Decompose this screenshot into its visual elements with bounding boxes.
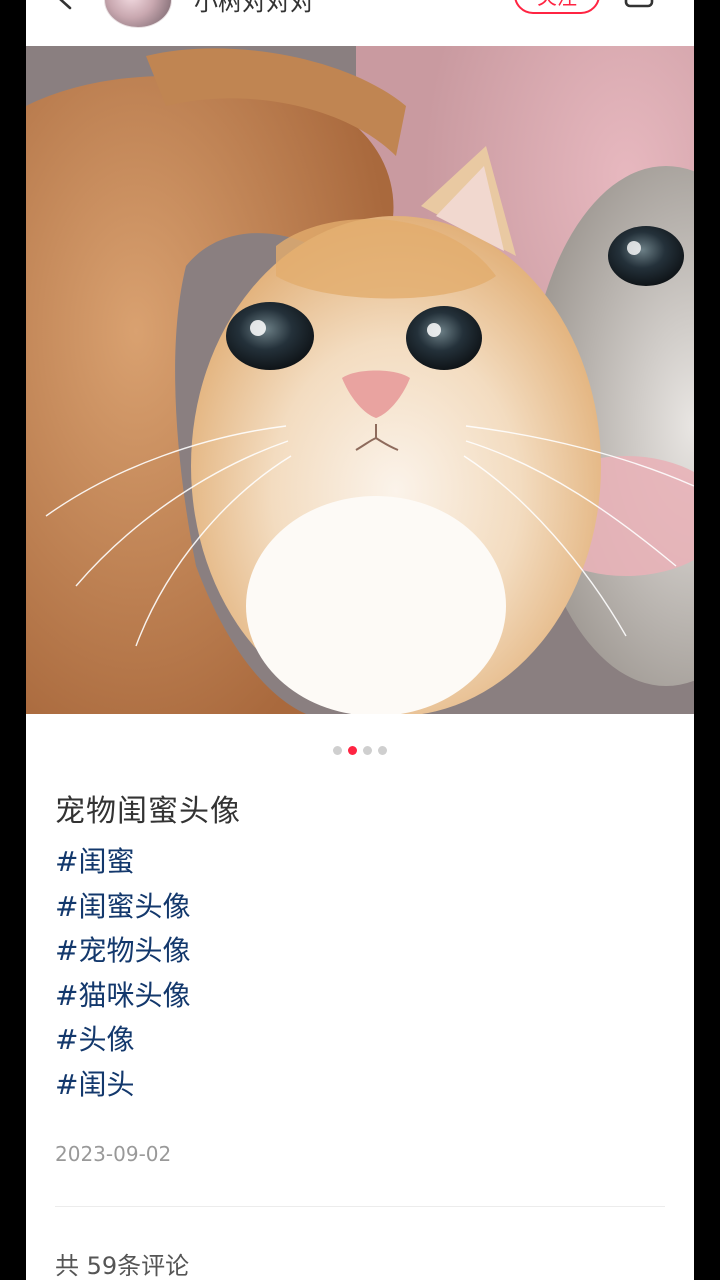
- hashtag-link[interactable]: #闺蜜: [55, 840, 655, 885]
- hashtag-link[interactable]: #头像: [55, 1018, 655, 1063]
- hashtag-link[interactable]: #宠物头像: [55, 929, 655, 974]
- cat-photo: [26, 46, 694, 714]
- comment-count: 共 59条评论: [55, 1252, 190, 1280]
- hashtag-link[interactable]: #闺头: [55, 1063, 655, 1108]
- author-name[interactable]: 小树对对对: [194, 0, 314, 17]
- carousel-dot[interactable]: [378, 746, 387, 755]
- post-screen: 小树对对对 关注: [26, 0, 694, 1280]
- post-photo[interactable]: [26, 46, 694, 714]
- top-bar: 小树对对对 关注: [26, 0, 694, 46]
- hashtag-list: #闺蜜 #闺蜜头像 #宠物头像 #猫咪头像 #头像 #闺头: [55, 840, 655, 1107]
- chevron-left-icon[interactable]: [54, 0, 76, 10]
- follow-button[interactable]: 关注: [514, 0, 600, 14]
- hashtag-link[interactable]: #闺蜜头像: [55, 885, 655, 930]
- share-icon[interactable]: [624, 0, 654, 10]
- carousel-dot[interactable]: [333, 746, 342, 755]
- carousel-indicator: [26, 746, 694, 758]
- carousel-dot-active[interactable]: [348, 746, 357, 755]
- carousel-dot[interactable]: [363, 746, 372, 755]
- post-title: 宠物闺蜜头像: [55, 794, 241, 829]
- hashtag-link[interactable]: #猫咪头像: [55, 974, 655, 1019]
- post-date: 2023-09-02: [55, 1142, 172, 1166]
- avatar[interactable]: [104, 0, 172, 28]
- divider: [55, 1206, 665, 1207]
